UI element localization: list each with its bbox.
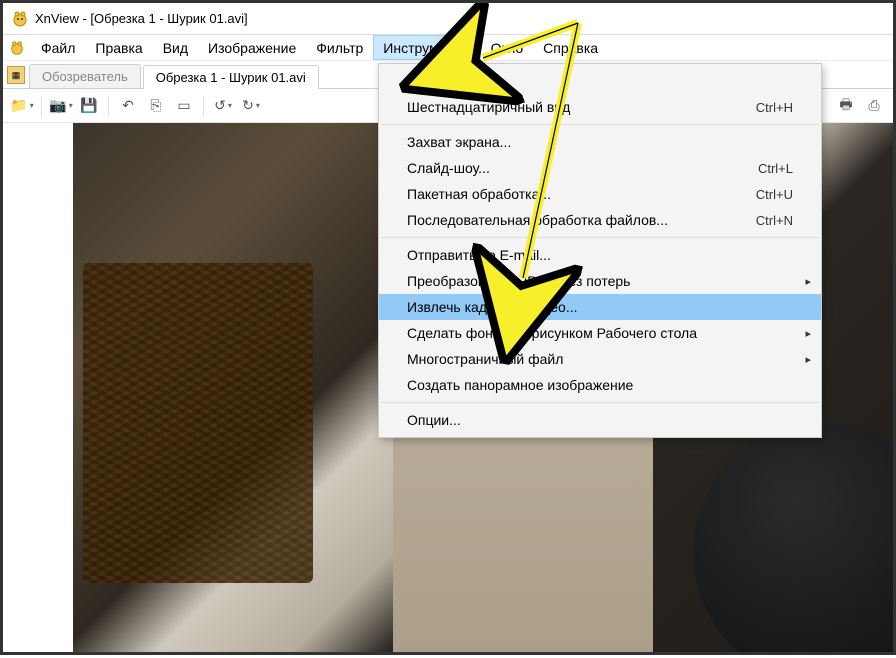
undo-button[interactable]: ↶ [115, 93, 141, 119]
menu-item-options[interactable]: Опции... [379, 407, 821, 433]
menu-item-capture[interactable]: Захват экрана... [379, 129, 821, 155]
app-icon [11, 10, 29, 28]
open-folder-button[interactable]: 📁 [9, 93, 35, 119]
menu-window[interactable]: Окно [481, 35, 534, 60]
image-region [83, 263, 313, 583]
shortcut: Ctrl+U [756, 187, 793, 202]
menu-label: Создать панорамное изображение [407, 377, 633, 393]
menu-item-send-email[interactable]: Отправить по E-mail... [379, 242, 821, 268]
menu-item-panorama[interactable]: Создать панорамное изображение [379, 372, 821, 398]
shortcut: Ctrl+N [756, 213, 793, 228]
menu-label: Преобразование JPEG без потерь [407, 273, 630, 289]
selection-button[interactable]: ▭ [171, 93, 197, 119]
save-button[interactable]: 💾 [76, 93, 102, 119]
separator [381, 402, 819, 403]
copy-button[interactable]: ⎘ [143, 93, 169, 119]
menu-label: Слайд-шоу... [407, 160, 490, 176]
separator [41, 96, 42, 116]
menu-image[interactable]: Изображение [198, 35, 306, 60]
app-icon-small [7, 35, 27, 60]
shortcut: Ctrl+L [758, 161, 793, 176]
menu-item-find[interactable]: Найти... [379, 68, 821, 94]
menu-label: Последовательная обработка файлов... [407, 212, 668, 228]
menu-item-batch-convert[interactable]: Пакетная обработка... Ctrl+U [379, 181, 821, 207]
image-region [693, 423, 893, 652]
menu-bar: Файл Правка Вид Изображение Фильтр Инстр… [3, 35, 893, 61]
menu-help[interactable]: Справка [533, 35, 608, 60]
rotate-right-button[interactable]: ↻ [238, 93, 264, 119]
menu-tools[interactable]: Инструменты [373, 35, 480, 60]
tab-browser[interactable]: Обозреватель [29, 64, 141, 88]
menu-item-hex-view[interactable]: Шестнадцатиричный вид Ctrl+H [379, 94, 821, 120]
menu-item-slideshow[interactable]: Слайд-шоу... Ctrl+L [379, 155, 821, 181]
menu-label: Извлечь кадры из видео... [407, 299, 578, 315]
separator [203, 96, 204, 116]
separator [108, 96, 109, 116]
menu-label: Опции... [407, 412, 461, 428]
rotate-left-button[interactable]: ↺ [210, 93, 236, 119]
menu-label: Пакетная обработка... [407, 186, 551, 202]
menu-label: Многостраничный файл [407, 351, 563, 367]
menu-label: Сделать фоновым рисунком Рабочего стола [407, 325, 697, 341]
menu-item-batch-sequence[interactable]: Последовательная обработка файлов... Ctrl… [379, 207, 821, 233]
separator [381, 124, 819, 125]
menu-label: Шестнадцатиричный вид [407, 99, 570, 115]
menu-edit[interactable]: Правка [85, 35, 152, 60]
menu-view[interactable]: Вид [153, 35, 198, 60]
title-bar: XnView - [Обрезка 1 - Шурик 01.avi] [3, 3, 893, 35]
menu-label: Отправить по E-mail... [407, 247, 551, 263]
separator [381, 237, 819, 238]
print-button[interactable]: 🖶 [833, 93, 859, 119]
shortcut: Ctrl+H [756, 100, 793, 115]
tab-active-file[interactable]: Обрезка 1 - Шурик 01.avi [143, 65, 319, 89]
menu-item-multipage[interactable]: Многостраничный файл [379, 346, 821, 372]
tools-dropdown-menu: Найти... Шестнадцатиричный вид Ctrl+H Зах… [378, 63, 822, 438]
favorite-button[interactable]: 📷 [48, 93, 74, 119]
menu-label: Захват экрана... [407, 134, 511, 150]
menu-item-jpeg-lossless[interactable]: Преобразование JPEG без потерь [379, 268, 821, 294]
menu-file[interactable]: Файл [31, 35, 85, 60]
scan-button[interactable]: ⎙ [861, 93, 887, 119]
folder-tree-icon[interactable]: ▦ [7, 66, 25, 84]
menu-item-extract-video-frames[interactable]: Извлечь кадры из видео... [379, 294, 821, 320]
menu-label: Найти... [407, 73, 459, 89]
menu-item-set-wallpaper[interactable]: Сделать фоновым рисунком Рабочего стола [379, 320, 821, 346]
window-title: XnView - [Обрезка 1 - Шурик 01.avi] [35, 11, 248, 26]
menu-filter[interactable]: Фильтр [306, 35, 373, 60]
